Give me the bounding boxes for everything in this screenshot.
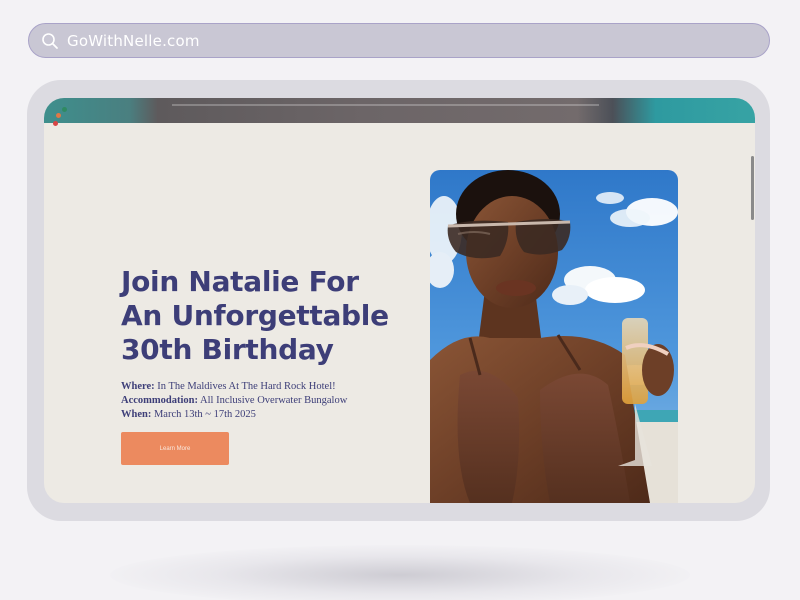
when-label: When: (121, 409, 152, 420)
where-value: In The Maldives At The Hard Rock Hotel! (157, 381, 336, 392)
app-dots-icon (53, 107, 74, 127)
hero-headline: Join Natalie For An Unforgettable 30th B… (121, 265, 421, 367)
learn-more-button[interactable]: Learn More (121, 432, 229, 465)
headline-line-2: An Unforgettable (121, 299, 389, 332)
headline-line-1: Join Natalie For (121, 265, 359, 298)
website-screen: Join Natalie For An Unforgettable 30th B… (44, 98, 755, 503)
search-icon (42, 32, 58, 49)
address-text[interactable]: GoWithNelle.com (67, 32, 200, 50)
header-photo-strip (44, 98, 755, 123)
when-value: March 13th ~ 17th 2025 (153, 409, 256, 420)
accommodation-row: Accommodation: All Inclusive Overwater B… (121, 394, 421, 408)
address-bar[interactable]: GoWithNelle.com (28, 23, 770, 58)
portrait-image (430, 170, 678, 503)
when-row: When: March 13th ~ 17th 2025 (121, 408, 421, 422)
where-label: Where: (121, 381, 155, 392)
accommodation-value: All Inclusive Overwater Bungalow (200, 395, 348, 406)
where-row: Where: In The Maldives At The Hard Rock … (121, 380, 421, 394)
headline-line-3: 30th Birthday (121, 333, 334, 366)
accommodation-label: Accommodation: (121, 395, 198, 406)
device-shadow (110, 545, 690, 600)
hero-photo (430, 170, 678, 503)
tablet-frame: Join Natalie For An Unforgettable 30th B… (27, 80, 770, 521)
event-details: Where: In The Maldives At The Hard Rock … (121, 380, 421, 422)
page-scrollbar[interactable] (751, 156, 754, 220)
